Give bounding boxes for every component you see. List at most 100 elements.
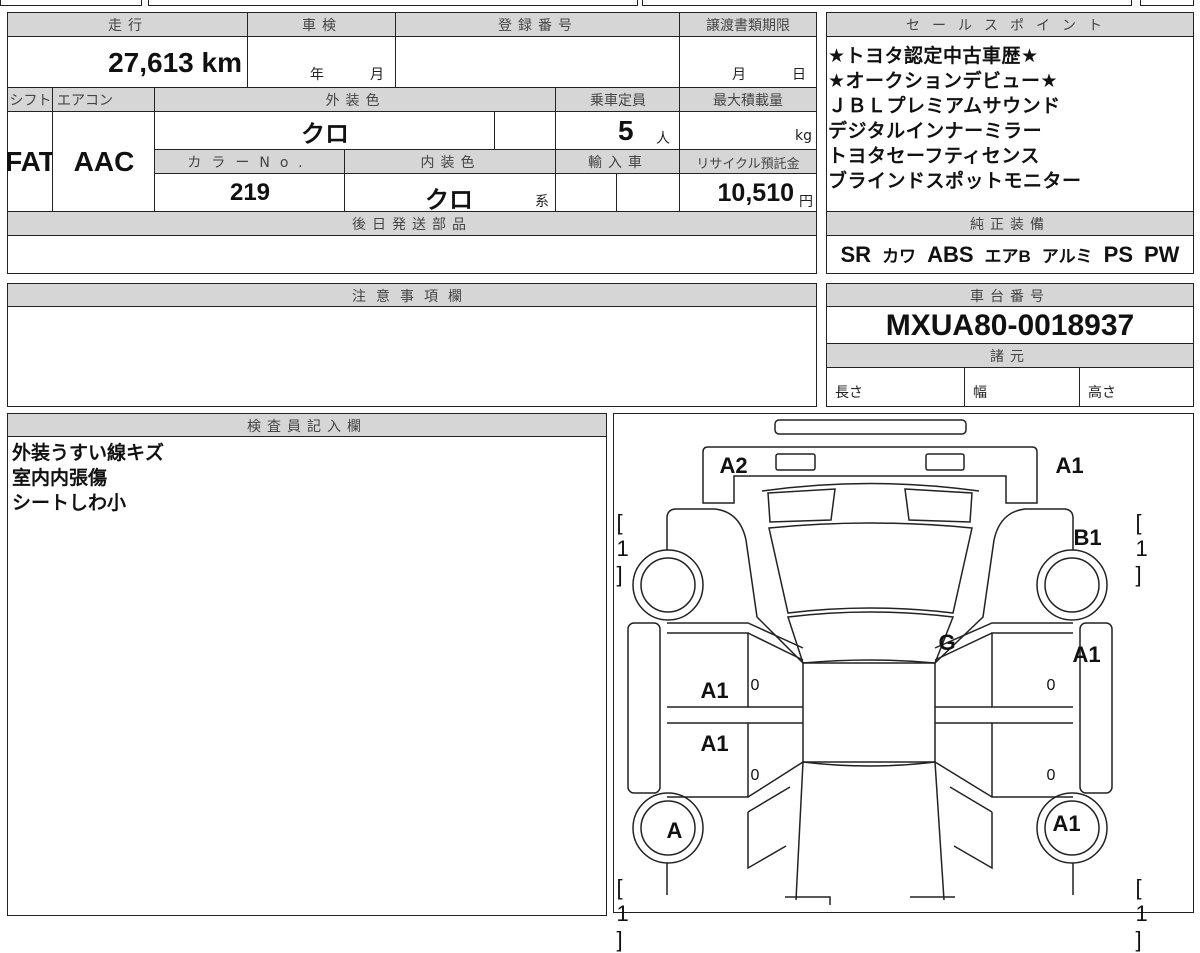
- top-remnant-box: [0, 0, 142, 6]
- bracket-front-left: [ 1 ]: [616, 509, 629, 587]
- chassis-label: 車台番号: [970, 288, 1050, 305]
- length-label: 長さ: [835, 385, 863, 401]
- ext-color-cell: クロ: [154, 111, 496, 151]
- bracket-rear-left: [ 1 ]: [616, 874, 629, 952]
- recycle-header: リサイクル預託金: [679, 149, 817, 175]
- inspector-note: 室内内張傷: [12, 467, 108, 489]
- damage-left-rear-door: A1: [700, 730, 729, 756]
- capacity-cell: 5 人: [555, 111, 681, 151]
- color-no-cell: 219: [154, 173, 346, 213]
- color-no-header: カラーNo.: [154, 149, 346, 175]
- import-label: 輸入車: [588, 155, 648, 171]
- inspector-content: 外装うすい線キズ 室内内張傷 シートしわ小: [7, 436, 607, 916]
- width-cell: 幅: [964, 367, 1081, 407]
- top-remnant-box: [148, 0, 638, 6]
- equipment-item: エアB: [984, 247, 1031, 266]
- damage-front-left: A2: [719, 452, 748, 478]
- color-no-label: カラーNo.: [187, 155, 313, 171]
- equipment-item: PW: [1144, 241, 1180, 267]
- shift-header: シフト: [7, 87, 54, 113]
- notes-label: 注意事項欄: [352, 288, 472, 305]
- shaken-label: 車検: [302, 18, 342, 34]
- int-color-label: 内装色: [420, 155, 481, 171]
- chassis-header: 車台番号: [826, 283, 1194, 308]
- inspector-header: 検査員記入欄: [7, 413, 607, 438]
- shaken-header: 車検: [247, 12, 397, 38]
- equipment-item: アルミ: [1041, 247, 1093, 266]
- capacity-header: 乗車定員: [555, 87, 681, 113]
- later-parts-cell: [7, 235, 817, 274]
- registration-header: 登録番号: [395, 12, 681, 38]
- transfer-deadline-cell: 月 日: [679, 36, 817, 89]
- inspector-label: 検査員記入欄: [247, 418, 367, 435]
- transfer-deadline-label: 譲渡書類期限: [706, 18, 790, 34]
- shaken-cell: 年 月: [247, 36, 397, 89]
- import-cell-a: [555, 173, 618, 213]
- damage-windshield: G: [938, 629, 956, 655]
- import-cell-b: [616, 173, 681, 213]
- damage-diagram: A2 A1 [ 1 ] [ 1 ] B1 G A1 A1 0 0 A1 0 0 …: [613, 413, 1194, 952]
- door-mark: 0: [750, 766, 760, 784]
- equipment-item: カワ: [882, 247, 917, 266]
- shift-cell: FAT: [5, 111, 56, 213]
- ext-color-value: クロ: [301, 120, 349, 148]
- bracket-rear-right: [ 1 ]: [1135, 874, 1148, 952]
- sales-points-content: ★トヨタ認定中古車歴★ ★オークションデビュー★ ＪＢＬプレミアムサウンド デジ…: [826, 36, 1194, 213]
- damage-left-rear-wheel: A: [666, 817, 683, 843]
- capacity-value: 5: [618, 115, 634, 146]
- sales-point-line: デジタルインナーミラー: [828, 120, 1043, 142]
- chassis-number-cell: MXUA80-0018937: [826, 306, 1194, 345]
- sales-point-line: ブラインドスポットモニター: [828, 170, 1082, 192]
- capacity-label: 乗車定員: [590, 93, 646, 109]
- equipment-item: SR: [840, 241, 872, 267]
- width-label: 幅: [973, 385, 987, 401]
- mileage-number: 27,613: [108, 47, 194, 78]
- inspector-note: 外装うすい線キズ: [12, 442, 165, 464]
- shaken-month: 月: [370, 67, 384, 83]
- notes-header: 注意事項欄: [7, 283, 817, 308]
- capacity-unit: 人: [656, 131, 670, 147]
- max-load-header: 最大積載量: [679, 87, 817, 113]
- import-header: 輸入車: [555, 149, 681, 175]
- sales-point-line: ★オークションデビュー★: [828, 70, 1059, 92]
- height-label: 高さ: [1088, 385, 1116, 401]
- int-color-value: クロ: [425, 187, 473, 214]
- equipment-cell: SR カワ ABS エアB アルミ PS PW: [826, 235, 1194, 274]
- ext-color-header: 外装色: [154, 87, 557, 113]
- sales-point-line: トヨタセーフティセンス: [828, 145, 1040, 167]
- int-color-header: 内装色: [344, 149, 557, 175]
- color-no-value: 219: [229, 179, 271, 206]
- specs-header: 諸元: [826, 343, 1194, 369]
- sales-point-line: ＪＢＬプレミアムサウンド: [828, 95, 1061, 117]
- later-parts-header: 後日発送部品: [7, 211, 817, 237]
- height-cell: 高さ: [1079, 367, 1194, 407]
- mileage-header: 走行: [7, 12, 249, 38]
- equipment-item: PS: [1103, 241, 1133, 267]
- max-load-unit: kg: [795, 128, 812, 144]
- int-color-cell: クロ 系: [344, 173, 557, 214]
- damage-left-front-door: A1: [700, 677, 729, 703]
- ac-value: AAC: [73, 146, 135, 177]
- recycle-label: リサイクル預託金: [696, 156, 800, 172]
- ac-cell: AAC: [52, 111, 156, 213]
- recycle-value: 10,510: [717, 179, 794, 207]
- registration-label: 登録番号: [498, 18, 578, 34]
- later-parts-label: 後日発送部品: [352, 217, 472, 233]
- equipment-header: 純正装備: [826, 211, 1194, 237]
- max-load-label: 最大積載量: [713, 93, 783, 109]
- ext-color-label: 外装色: [325, 93, 386, 109]
- mileage-cell: 27,613 km: [7, 36, 249, 89]
- damage-right-rear-fender: A1: [1052, 810, 1081, 836]
- door-mark: 0: [750, 676, 760, 694]
- equipment-label: 純正装備: [970, 217, 1050, 233]
- top-remnant-box: [642, 0, 1132, 6]
- sales-points-label: セールスポイント: [906, 18, 1114, 34]
- registration-cell: [395, 36, 681, 89]
- sales-points-header: セールスポイント: [826, 12, 1194, 38]
- car-outline: [626, 418, 1113, 905]
- shift-label: シフト: [9, 93, 52, 109]
- transfer-deadline-header: 譲渡書類期限: [679, 12, 817, 38]
- mileage-label: 走行: [108, 18, 148, 34]
- shift-value: FAT: [5, 146, 56, 177]
- mileage-unit: km: [201, 47, 242, 78]
